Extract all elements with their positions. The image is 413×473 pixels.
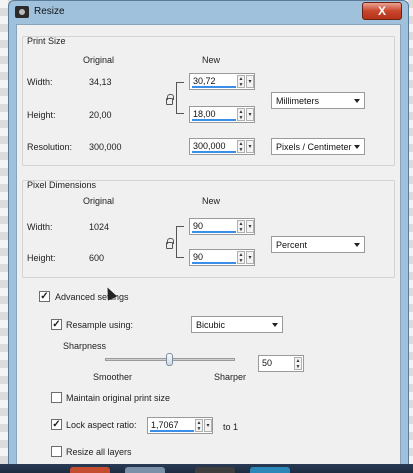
sharpness-label: Sharpness (63, 341, 107, 351)
resolution-label: Resolution: (27, 142, 73, 152)
smoother-label: Smoother (93, 372, 133, 382)
sharpness-spinbox[interactable]: 50 ▲ ▼ (258, 355, 304, 372)
spin-arrows-icon[interactable]: ▲ ▼ (195, 419, 203, 432)
spin-arrows-icon[interactable]: ▲ ▼ (237, 75, 245, 88)
pixel-units-select[interactable]: Percent (271, 236, 365, 253)
close-button[interactable]: X (362, 2, 402, 20)
taskbar (0, 464, 413, 473)
dialog-client-area: Print Size Original New Width: 34,13 30,… (16, 24, 401, 471)
taskbar-app-button[interactable] (195, 467, 235, 473)
print-width-label: Width: (27, 77, 53, 87)
taskbar-app-button[interactable] (70, 467, 110, 473)
resolution-spinbox[interactable]: 300,000 ▲ ▼ ▾ (189, 138, 255, 155)
field-underline (192, 231, 236, 233)
spin-arrows-icon[interactable]: ▲ ▼ (237, 108, 245, 121)
print-size-original-header: Original (83, 55, 115, 65)
pixel-height-value[interactable]: 90 (193, 252, 203, 262)
resize-dialog: Resize X Print Size Original New Width: … (8, 0, 409, 473)
print-height-original: 20,00 (89, 110, 112, 120)
chevron-down-icon[interactable]: ▾ (246, 75, 254, 88)
chevron-down-icon (272, 323, 278, 327)
print-width-value[interactable]: 30,72 (193, 76, 216, 86)
print-size-group: Print Size Original New Width: 34,13 30,… (22, 36, 395, 166)
print-size-title: Print Size (27, 36, 66, 46)
chevron-down-icon (354, 99, 360, 103)
chevron-down-icon[interactable]: ▾ (246, 251, 254, 264)
pixel-original-header: Original (83, 196, 115, 206)
pixel-dimensions-title: Pixel Dimensions (27, 180, 97, 190)
print-size-new-header: New (202, 55, 221, 65)
field-underline (192, 262, 236, 264)
pixel-width-label: Width: (27, 222, 53, 232)
aspect-ratio-value[interactable]: 1,7067 (151, 420, 179, 430)
maintain-print-size-label[interactable]: Maintain original print size (66, 393, 170, 403)
print-width-spinbox[interactable]: 30,72 ▲ ▼ ▾ (189, 73, 255, 90)
resize-all-layers-checkbox[interactable] (51, 446, 62, 457)
print-height-value[interactable]: 18,00 (193, 109, 216, 119)
sharpness-value[interactable]: 50 (262, 358, 272, 368)
print-height-label: Height: (27, 110, 56, 120)
window-title: Resize (34, 6, 65, 17)
aspect-bracket (176, 226, 184, 258)
pixel-new-header: New (202, 196, 221, 206)
field-underline (192, 86, 236, 88)
aspect-bracket (176, 82, 184, 114)
spin-arrows-icon[interactable]: ▲ ▼ (294, 357, 302, 370)
pixel-height-original: 600 (89, 253, 105, 263)
pixel-width-spinbox[interactable]: 90 ▲ ▼ ▾ (189, 218, 255, 235)
chevron-down-icon[interactable]: ▾ (246, 220, 254, 233)
field-underline (150, 430, 194, 432)
chevron-down-icon (354, 243, 360, 247)
pixel-height-label: Height: (27, 253, 56, 263)
spin-arrows-icon[interactable]: ▲ ▼ (237, 220, 245, 233)
chevron-down-icon[interactable]: ▾ (246, 108, 254, 121)
pixel-dimensions-group: Pixel Dimensions Original New Width: 102… (22, 180, 395, 278)
pixel-height-spinbox[interactable]: 90 ▲ ▼ ▾ (189, 249, 255, 266)
print-height-spinbox[interactable]: 18,00 ▲ ▼ ▾ (189, 106, 255, 123)
print-width-original: 34,13 (89, 77, 112, 87)
lock-aspect-label[interactable]: Lock aspect ratio: (66, 420, 137, 430)
spin-arrows-icon[interactable]: ▲ ▼ (237, 251, 245, 264)
advanced-settings-label[interactable]: Advanced settings (55, 292, 129, 302)
sharper-label: Sharper (214, 372, 247, 382)
print-units-select[interactable]: Millimeters (271, 92, 365, 109)
chain-link-icon[interactable] (166, 238, 174, 249)
camera-icon (15, 6, 29, 18)
lock-aspect-checkbox[interactable]: ✓ (51, 419, 62, 430)
aspect-suffix: to 1 (223, 422, 239, 432)
taskbar-app-button[interactable] (250, 467, 290, 473)
resize-all-layers-label[interactable]: Resize all layers (66, 447, 132, 457)
chain-link-icon[interactable] (166, 94, 174, 105)
advanced-settings-checkbox[interactable]: ✓ (39, 291, 50, 302)
taskbar-app-button[interactable] (125, 467, 165, 473)
resample-method-value: Bicubic (196, 320, 226, 330)
chevron-down-icon[interactable]: ▾ (246, 140, 254, 153)
chevron-down-icon[interactable]: ▾ (204, 419, 212, 432)
resample-label[interactable]: Resample using: (66, 320, 133, 330)
maintain-print-size-checkbox[interactable] (51, 392, 62, 403)
pixel-width-value[interactable]: 90 (193, 221, 203, 231)
resolution-value[interactable]: 300,000 (193, 141, 226, 151)
print-units-value: Millimeters (276, 96, 320, 106)
field-underline (192, 151, 236, 153)
resolution-units-value: Pixels / Centimeter (276, 142, 352, 152)
pixel-units-value: Percent (276, 240, 308, 250)
chevron-down-icon (354, 145, 360, 149)
title-bar[interactable]: Resize X (9, 1, 408, 24)
field-underline (192, 119, 236, 121)
pixel-width-original: 1024 (89, 222, 110, 232)
aspect-ratio-spinbox[interactable]: 1,7067 ▲ ▼ ▾ (147, 417, 213, 434)
sharpness-slider-thumb[interactable] (166, 353, 173, 366)
resample-checkbox[interactable]: ✓ (51, 319, 62, 330)
resample-method-select[interactable]: Bicubic (191, 316, 283, 333)
resolution-units-select[interactable]: Pixels / Centimeter (271, 138, 365, 155)
spin-arrows-icon[interactable]: ▲ ▼ (237, 140, 245, 153)
resolution-original: 300,000 (89, 142, 122, 152)
